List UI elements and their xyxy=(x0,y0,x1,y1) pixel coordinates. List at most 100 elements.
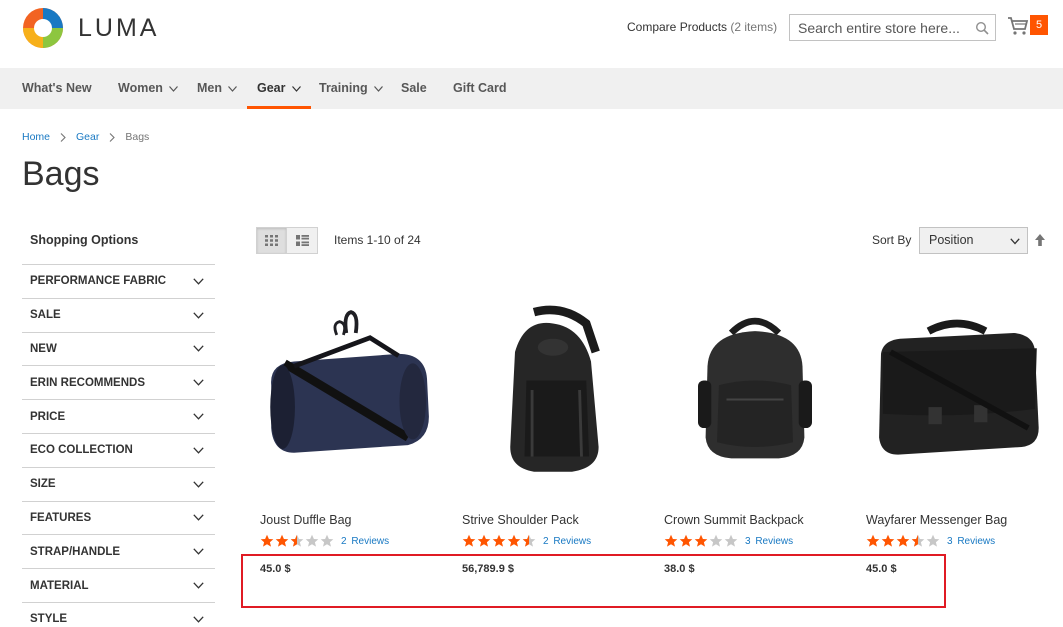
chevron-down-icon xyxy=(291,85,301,92)
rating-stars xyxy=(260,534,335,548)
chevron-down-icon xyxy=(193,379,204,387)
chevron-down-icon xyxy=(193,582,204,589)
minicart-button[interactable]: 5 xyxy=(1007,14,1049,38)
filter-option-label: ERIN RECOMMENDS xyxy=(30,376,146,389)
filter-option[interactable]: PRICE xyxy=(22,399,215,433)
filter-option[interactable]: NEW xyxy=(22,331,215,366)
product-item: Strive Shoulder Pack 2 Reviews 56,789.9 $ xyxy=(458,290,648,575)
product-price: 56,789.9 $ xyxy=(462,563,514,575)
product-item: Wayfarer Messenger Bag 3 Reviews 45.0 $ xyxy=(862,290,1052,575)
filter-option-label: FEATURES xyxy=(30,511,92,524)
star-half-icon xyxy=(911,534,925,547)
breadcrumb: Home Gear Bags xyxy=(22,131,149,143)
star-empty-icon xyxy=(320,534,334,547)
page-title: Bags xyxy=(22,155,100,193)
sort-by-value: Position xyxy=(929,233,974,247)
breadcrumb-home-link[interactable]: Home xyxy=(22,131,50,143)
star-filled-icon xyxy=(866,534,880,547)
product-rating: 3 Reviews xyxy=(664,534,793,548)
filter-sidebar: Shopping Options PERFORMANCE FABRIC SALE N… xyxy=(22,223,215,627)
chevron-down-icon xyxy=(193,514,204,522)
sort-direction-up-icon[interactable] xyxy=(1034,233,1046,247)
filter-option[interactable]: MATERIAL xyxy=(22,568,215,602)
star-filled-icon xyxy=(694,534,708,547)
chevron-down-icon xyxy=(193,481,204,488)
chevron-down-icon xyxy=(193,345,204,353)
reviews-link[interactable]: 3 Reviews xyxy=(745,536,793,547)
backpack-image[interactable] xyxy=(660,290,850,490)
list-icon xyxy=(295,235,309,246)
nav-item-label: Women xyxy=(118,81,163,95)
nav-item-men[interactable]: Men xyxy=(197,68,237,109)
nav-item-sale[interactable]: Sale xyxy=(401,68,427,109)
nav-item-training[interactable]: Training xyxy=(319,68,383,109)
reviews-link[interactable]: 3 Reviews xyxy=(947,536,995,547)
star-empty-icon xyxy=(709,534,723,547)
store-logo[interactable]: LUMA xyxy=(22,7,159,49)
chevron-down-icon xyxy=(373,85,383,92)
compare-label: Compare Products xyxy=(627,20,728,34)
reviews-link[interactable]: 2 Reviews xyxy=(341,536,389,547)
product-name-link[interactable]: Crown Summit Backpack xyxy=(664,513,804,527)
shopping-options-title: Shopping Options xyxy=(30,233,139,247)
rating-stars xyxy=(866,534,941,548)
search-icon[interactable] xyxy=(975,21,989,35)
filter-option-label: ECO COLLECTION xyxy=(30,444,133,457)
filter-option[interactable]: ERIN RECOMMENDS xyxy=(22,365,215,399)
luma-logo-icon xyxy=(23,8,63,48)
filter-option[interactable]: SALE xyxy=(22,297,215,332)
nav-item-women[interactable]: Women xyxy=(118,68,178,109)
product-rating: 2 Reviews xyxy=(462,534,591,548)
breadcrumb-current: Bags xyxy=(125,131,150,143)
star-empty-icon xyxy=(724,534,738,547)
compare-products-link[interactable]: Compare Products (2 items) xyxy=(627,20,777,34)
search-input[interactable]: Search entire store here... xyxy=(789,14,996,41)
star-filled-icon xyxy=(492,534,506,547)
filter-option[interactable]: SIZE xyxy=(22,466,215,501)
star-half-icon xyxy=(290,534,304,547)
duffle-bag-image[interactable] xyxy=(256,290,446,490)
product-rating: 2 Reviews xyxy=(260,534,389,548)
star-filled-icon xyxy=(275,534,289,547)
chevron-down-icon xyxy=(1010,238,1020,245)
grid-view-button[interactable] xyxy=(256,227,287,254)
nav-item-whats-new[interactable]: What's New xyxy=(22,68,92,109)
chevron-down-icon xyxy=(193,278,204,285)
rating-stars xyxy=(664,534,739,548)
star-filled-icon xyxy=(260,534,274,547)
chevron-down-icon xyxy=(193,616,204,623)
nav-item-gift-card[interactable]: Gift Card xyxy=(453,68,506,109)
messenger-bag-image[interactable] xyxy=(862,290,1052,490)
product-name-link[interactable]: Strive Shoulder Pack xyxy=(462,513,579,527)
list-view-button[interactable] xyxy=(287,227,318,254)
site-header: LUMA Compare Products (2 items) Search e… xyxy=(0,0,1063,68)
shoulder-pack-image[interactable] xyxy=(458,290,648,490)
toolbar-amount: Items 1-10 of 24 xyxy=(334,233,421,247)
filter-option[interactable]: FEATURES xyxy=(22,500,215,535)
filter-option[interactable]: STYLE xyxy=(22,601,215,627)
star-filled-icon xyxy=(664,534,678,547)
filter-option[interactable]: PERFORMANCE FABRIC xyxy=(22,264,215,298)
nav-item-label: Men xyxy=(197,81,222,95)
compare-count: (2 items) xyxy=(730,20,778,34)
filter-option[interactable]: ECO COLLECTION xyxy=(22,432,215,467)
reviews-link[interactable]: 2 Reviews xyxy=(543,536,591,547)
product-name-link[interactable]: Wayfarer Messenger Bag xyxy=(866,513,1007,527)
filter-option[interactable]: STRAP/HANDLE xyxy=(22,534,215,568)
filter-option-label: MATERIAL xyxy=(30,579,89,592)
rating-stars xyxy=(462,534,537,548)
star-empty-icon xyxy=(305,534,319,547)
nav-item-label: Sale xyxy=(401,81,427,95)
filter-option-label: SALE xyxy=(30,309,61,322)
star-filled-icon xyxy=(462,534,476,547)
breadcrumb-gear-link[interactable]: Gear xyxy=(76,131,99,143)
nav-item-gear[interactable]: Gear xyxy=(247,68,310,109)
filter-option-label: PERFORMANCE FABRIC xyxy=(30,275,167,288)
star-filled-icon xyxy=(881,534,895,547)
nav-item-label: What's New xyxy=(22,81,92,95)
product-name-link[interactable]: Joust Duffle Bag xyxy=(260,513,352,527)
nav-item-label: Gift Card xyxy=(453,81,507,95)
product-price: 45.0 $ xyxy=(866,563,897,575)
sort-by-select[interactable]: Position xyxy=(919,227,1028,254)
product-price: 38.0 $ xyxy=(664,563,695,575)
